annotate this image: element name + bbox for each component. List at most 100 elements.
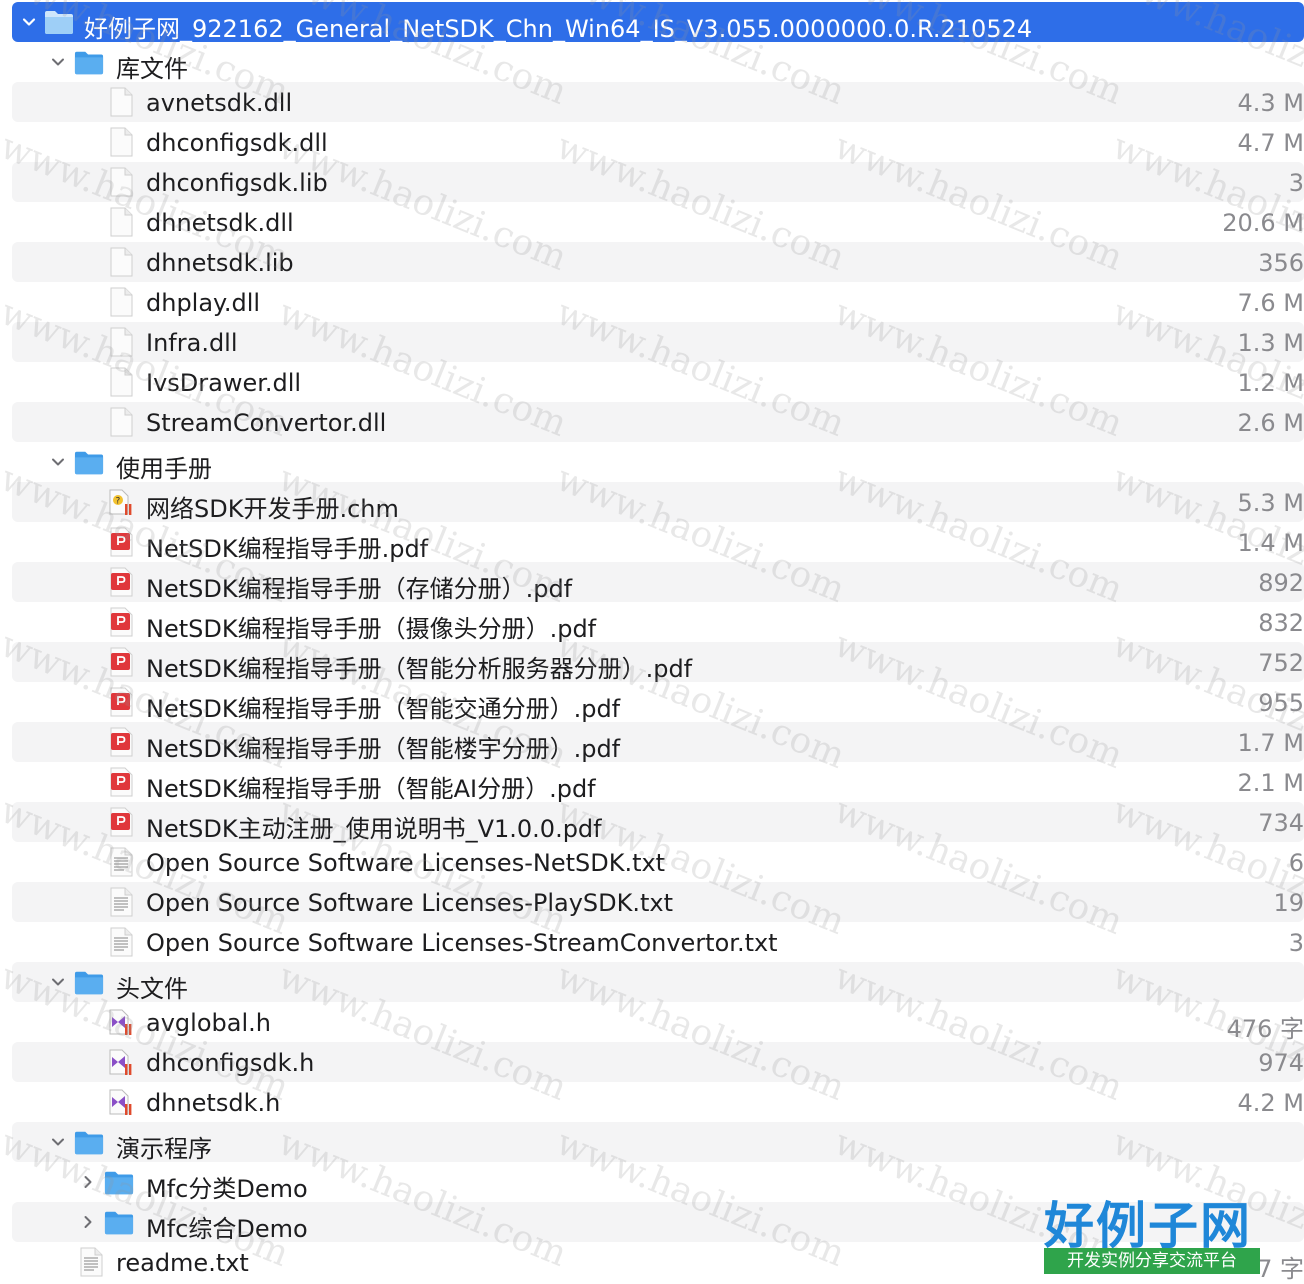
file-row[interactable]: Infra.dll 1.3 M (12, 322, 1304, 362)
item-name: Open Source Software Licenses-StreamConv… (146, 929, 778, 957)
item-name: 使用手册 (116, 455, 212, 483)
text-file-icon (76, 1247, 106, 1277)
item-size: 476 字 (1226, 1015, 1304, 1043)
item-size: 1.3 M (1237, 329, 1304, 357)
root-folder-row[interactable]: 好例子网_922162_General_NetSDK_Chn_Win64_IS_… (12, 2, 1304, 43)
document-icon (106, 207, 136, 237)
file-row[interactable]: dhconfigsdk.h 974 (12, 1042, 1304, 1082)
item-name: 演示程序 (116, 1135, 212, 1163)
item-size: 974 (1258, 1049, 1304, 1077)
item-size: 19 (1273, 889, 1304, 917)
folder-row[interactable]: 使用手册 (12, 442, 1304, 483)
item-size: 1.4 M (1237, 529, 1304, 557)
pdf-icon (106, 647, 136, 677)
item-name: 库文件 (116, 55, 188, 83)
header-file-icon (106, 1047, 136, 1077)
file-row[interactable]: Open Source Software Licenses-NetSDK.txt… (12, 842, 1304, 882)
header-file-icon (106, 1087, 136, 1117)
file-row[interactable]: NetSDK编程指导手册（智能交通分册）.pdf 955 (12, 682, 1304, 723)
item-size: 2.6 M (1237, 409, 1304, 437)
item-name: dhnetsdk.h (146, 1089, 281, 1117)
pdf-icon (106, 527, 136, 557)
item-size: 356 (1258, 249, 1304, 277)
file-row[interactable]: dhnetsdk.lib 356 (12, 242, 1304, 282)
folder-icon (74, 47, 104, 77)
item-name: Open Source Software Licenses-PlaySDK.tx… (146, 889, 674, 917)
item-size: 955 (1258, 689, 1304, 717)
folder-icon (104, 1167, 134, 1197)
file-row[interactable]: IvsDrawer.dll 1.2 M (12, 362, 1304, 402)
item-size: 7 字 (1257, 1255, 1304, 1283)
file-row[interactable]: dhnetsdk.dll 20.6 M (12, 202, 1304, 242)
item-name: NetSDK编程指导手册（智能楼宇分册）.pdf (146, 735, 621, 763)
logo-tagline: 开发实例分享交流平台 (1044, 1248, 1260, 1274)
item-size: 3 (1288, 169, 1304, 197)
document-icon (106, 287, 136, 317)
file-row[interactable]: dhnetsdk.h 4.2 M (12, 1082, 1304, 1122)
item-size: 832 (1258, 609, 1304, 637)
chevron-down-icon[interactable] (47, 1131, 69, 1153)
item-name: NetSDK主动注册_使用说明书_V1.0.0.pdf (146, 815, 602, 843)
item-name: NetSDK编程指导手册（智能AI分册）.pdf (146, 775, 596, 803)
item-name: IvsDrawer.dll (146, 369, 302, 397)
pdf-icon (106, 567, 136, 597)
folder-row[interactable]: 库文件 (12, 42, 1304, 83)
document-icon (106, 167, 136, 197)
chevron-right-icon[interactable] (77, 1211, 99, 1233)
item-size: 7.6 M (1237, 289, 1304, 317)
file-row[interactable]: NetSDK编程指导手册（存储分册）.pdf 892 (12, 562, 1304, 603)
folder-icon (74, 967, 104, 997)
item-size: 3 (1288, 929, 1304, 957)
file-row[interactable]: avnetsdk.dll 4.3 M (12, 82, 1304, 122)
file-row[interactable]: dhconfigsdk.dll 4.7 M (12, 122, 1304, 162)
chevron-right-icon[interactable] (77, 1171, 99, 1193)
item-size: 734 (1258, 809, 1304, 837)
item-name: 网络SDK开发手册.chm (146, 495, 399, 523)
item-name: Open Source Software Licenses-NetSDK.txt (146, 849, 666, 877)
chevron-down-icon[interactable] (47, 451, 69, 473)
chevron-down-icon[interactable] (47, 971, 69, 993)
folder-icon (44, 7, 74, 37)
file-row[interactable]: dhplay.dll 7.6 M (12, 282, 1304, 322)
item-name: readme.txt (116, 1249, 249, 1277)
text-file-icon (106, 927, 136, 957)
file-row[interactable]: NetSDK编程指导手册（智能AI分册）.pdf 2.1 M (12, 762, 1304, 803)
item-size: 6 (1288, 849, 1304, 877)
folder-icon (74, 1127, 104, 1157)
file-row[interactable]: NetSDK主动注册_使用说明书_V1.0.0.pdf 734 (12, 802, 1304, 843)
file-row[interactable]: NetSDK编程指导手册（摄像头分册）.pdf 832 (12, 602, 1304, 643)
item-name: avnetsdk.dll (146, 89, 293, 117)
item-name: NetSDK编程指导手册（摄像头分册）.pdf (146, 615, 597, 643)
item-name: NetSDK编程指导手册（智能交通分册）.pdf (146, 695, 621, 723)
item-name: NetSDK编程指导手册（存储分册）.pdf (146, 575, 573, 603)
item-name: dhconfigsdk.dll (146, 129, 328, 157)
file-row[interactable]: StreamConvertor.dll 2.6 M (12, 402, 1304, 442)
pdf-icon (106, 807, 136, 837)
chevron-down-icon[interactable] (47, 51, 69, 73)
document-icon (106, 127, 136, 157)
file-row[interactable]: ? 网络SDK开发手册.chm 5.3 M (12, 482, 1304, 523)
item-name: Infra.dll (146, 329, 238, 357)
item-size: 20.6 M (1222, 209, 1304, 237)
chevron-down-icon[interactable] (18, 11, 40, 33)
item-name: NetSDK编程指导手册（智能分析服务器分册）.pdf (146, 655, 693, 683)
header-file-icon (106, 1007, 136, 1037)
file-row[interactable]: NetSDK编程指导手册（智能分析服务器分册）.pdf 752 (12, 642, 1304, 683)
document-icon (106, 247, 136, 277)
file-row[interactable]: avglobal.h 476 字 (12, 1002, 1304, 1043)
item-size: 892 (1258, 569, 1304, 597)
file-row[interactable]: NetSDK编程指导手册.pdf 1.4 M (12, 522, 1304, 563)
pdf-icon (106, 727, 136, 757)
item-size: 2.1 M (1237, 769, 1304, 797)
file-row[interactable]: Open Source Software Licenses-PlaySDK.tx… (12, 882, 1304, 922)
site-logo: 好例子网 开发实例分享交流平台 (1044, 1190, 1260, 1278)
pdf-icon (106, 687, 136, 717)
file-row[interactable]: Open Source Software Licenses-StreamConv… (12, 922, 1304, 962)
file-row[interactable]: NetSDK编程指导手册（智能楼宇分册）.pdf 1.7 M (12, 722, 1304, 763)
folder-row[interactable]: 演示程序 (12, 1122, 1304, 1163)
folder-row[interactable]: 头文件 (12, 962, 1304, 1003)
file-row[interactable]: dhconfigsdk.lib 3 (12, 162, 1304, 202)
item-name: dhnetsdk.lib (146, 249, 294, 277)
item-size: 1.2 M (1237, 369, 1304, 397)
document-icon (106, 407, 136, 437)
